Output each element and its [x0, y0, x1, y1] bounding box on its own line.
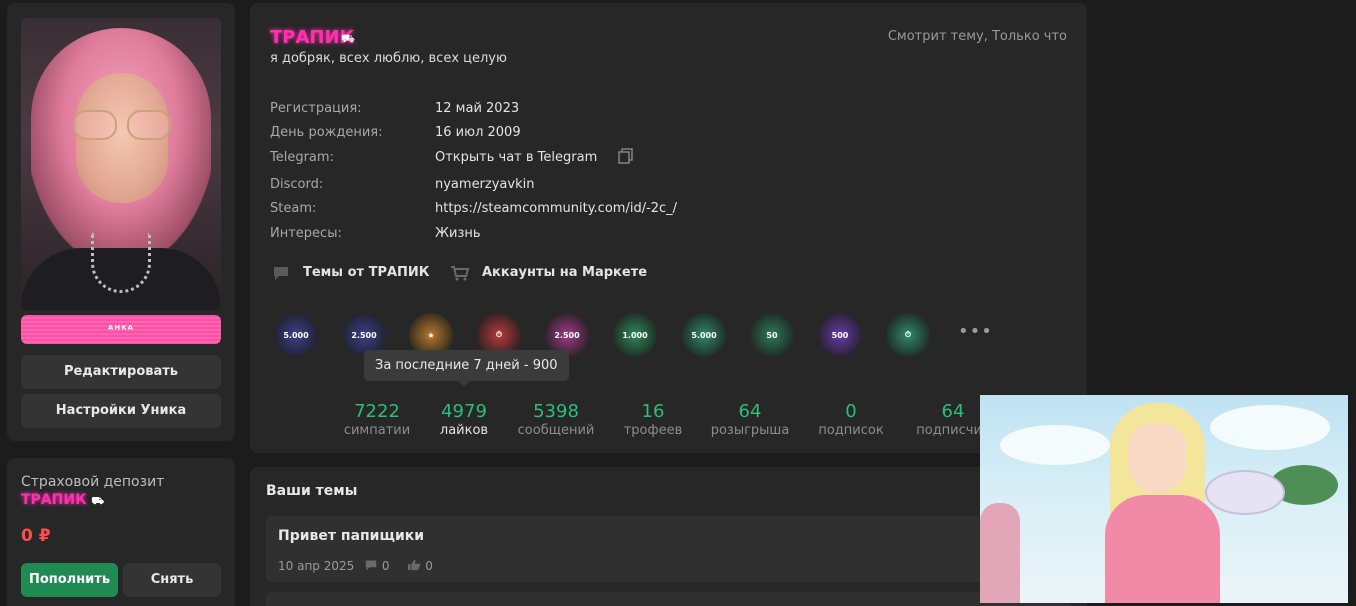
deposit-title: Страховой депозит	[21, 474, 165, 490]
stat-trophies[interactable]: 16 трофеев	[603, 401, 703, 438]
user-topics-link[interactable]: Темы от ТРАПИК	[303, 265, 429, 280]
stat-number: 7222	[354, 401, 400, 422]
topics-title: Ваши темы	[266, 483, 358, 499]
deposit-panel: Страховой депозит ТРАПИК ⛟ 0 ₽ Пополнить…	[7, 458, 235, 606]
unique-settings-button[interactable]: Настройки Уника	[21, 394, 221, 428]
stat-label: розыгрыша	[710, 423, 790, 438]
badge-label: 2.500	[351, 330, 377, 340]
info-value: 12 май 2023	[435, 101, 520, 116]
stat-number: 4979	[441, 401, 487, 422]
edit-button[interactable]: Редактировать	[21, 355, 221, 389]
info-value: nyamerzyavkin	[435, 177, 535, 192]
character-face	[1128, 423, 1186, 493]
withdraw-button[interactable]: Снять	[123, 563, 221, 597]
info-value: Жизнь	[435, 226, 481, 241]
topic-card[interactable]	[266, 592, 1071, 606]
video-overlay[interactable]	[980, 395, 1348, 603]
stat-label: симпатии	[343, 423, 411, 438]
info-key: Регистрация:	[270, 101, 362, 116]
info-row-telegram: Telegram: Открыть чат в Telegram	[270, 148, 870, 170]
info-key: День рождения:	[270, 125, 383, 140]
avatar-glasses	[73, 110, 173, 140]
topup-button[interactable]: Пополнить	[21, 563, 118, 597]
likes-tooltip: За последние 7 дней - 900	[364, 350, 569, 387]
stat-sympathies[interactable]: 7222 симпатии	[327, 401, 427, 438]
cart-icon	[451, 266, 470, 281]
chat-icon	[274, 267, 288, 280]
info-row-steam: Steam: https://steamcommunity.com/id/-2c…	[270, 201, 870, 221]
comment-icon	[365, 560, 377, 571]
more-trophies-icon[interactable]: •••	[958, 321, 993, 342]
info-value: 16 июл 2009	[435, 125, 521, 140]
steam-link[interactable]: https://steamcommunity.com/id/-2c_/	[435, 201, 677, 216]
market-accounts-link[interactable]: Аккаунты на Маркете	[482, 265, 647, 280]
trophy-badge-giveaways-50[interactable]: 50	[750, 313, 794, 357]
trophy-badge-heart-5000[interactable]: 5.000	[682, 313, 726, 357]
stat-number: 64	[738, 401, 762, 422]
profile-sidebar: ᴬᴴᴷᴬ Редактировать Настройки Уника	[7, 3, 235, 441]
topic-likes-count: 0	[425, 559, 433, 573]
stat-giveaways[interactable]: 64 розыгрыша	[700, 401, 800, 438]
badge-label: 1.000	[622, 330, 648, 340]
topic-comments-count: 0	[381, 559, 390, 573]
badge-label: ★	[427, 330, 435, 340]
info-row-registration: Регистрация: 12 май 2023	[270, 101, 870, 121]
cloud	[1000, 425, 1110, 465]
stat-number: 16	[641, 401, 665, 422]
stat-label: подписок	[818, 423, 884, 438]
info-key: Discord:	[270, 177, 324, 192]
topic-meta: 10 апр 2025 0 0	[278, 559, 433, 573]
info-key: Интересы:	[270, 226, 342, 241]
stat-number: 0	[845, 401, 857, 422]
crown-icon: ⛟	[91, 496, 104, 507]
profile-status: я добряк, всех люблю, всех целую	[270, 51, 507, 66]
nick-banner: ᴬᴴᴷᴬ	[21, 315, 221, 344]
badge-label: 500	[831, 330, 849, 340]
stat-label: сообщений	[517, 423, 595, 438]
badge-label: 5.000	[283, 330, 309, 340]
your-topics-panel: Ваши темы Привет папищики 10 апр 2025 0 …	[250, 467, 1087, 606]
stat-number: 5398	[533, 401, 579, 422]
badge-label: 2.500	[554, 330, 580, 340]
trophy-badge-active-green[interactable]: ⏱	[886, 313, 930, 357]
crown-icon: ⛟	[341, 32, 355, 45]
wing	[1205, 470, 1285, 515]
cloud	[1210, 405, 1330, 450]
badge-label: ⏱	[495, 330, 503, 339]
trophy-badge-messages-5000[interactable]: 5.000	[274, 313, 318, 357]
stat-subscriptions[interactable]: 0 подписок	[801, 401, 901, 438]
deposit-value: 0 ₽	[21, 526, 51, 546]
trophy-badge-likes-1000[interactable]: 1.000	[613, 313, 657, 357]
badge-label: ⏱	[904, 330, 912, 339]
badge-label: 5.000	[691, 330, 717, 340]
stat-likes[interactable]: 4979 лайков	[414, 401, 514, 438]
character-body	[1105, 495, 1220, 603]
activity-status: Смотрит тему, Только что	[887, 29, 1067, 44]
badge-label: 50	[766, 330, 778, 340]
info-key: Steam:	[270, 201, 317, 216]
topic-title[interactable]: Привет папищики	[278, 528, 424, 544]
deposit-nick[interactable]: ТРАПИК ⛟	[21, 492, 104, 509]
stat-label: трофеев	[623, 423, 683, 438]
stat-messages[interactable]: 5398 сообщений	[506, 401, 606, 438]
stat-label: лайков	[439, 423, 489, 438]
deposit-nick-text: ТРАПИК	[21, 492, 87, 508]
avatar-chain	[91, 233, 151, 293]
info-row-interests: Интересы: Жизнь	[270, 226, 870, 246]
avatar[interactable]	[21, 18, 221, 310]
info-row-discord: Discord: nyamerzyavkin	[270, 177, 870, 197]
telegram-link[interactable]: Открыть чат в Telegram	[435, 150, 597, 165]
like-icon	[408, 559, 421, 571]
profile-main: ТРАПИК ⛟ я добряк, всех люблю, всех целу…	[250, 3, 1087, 453]
topic-date: 10 апр 2025	[278, 559, 355, 573]
topic-card[interactable]: Привет папищики 10 апр 2025 0 0	[266, 516, 1071, 582]
trophy-badge-sales-500[interactable]: 500	[818, 313, 862, 357]
copy-icon[interactable]	[618, 148, 634, 164]
info-key: Telegram:	[270, 150, 334, 165]
info-row-birthday: День рождения: 16 июл 2009	[270, 125, 870, 145]
tower	[980, 503, 1020, 603]
